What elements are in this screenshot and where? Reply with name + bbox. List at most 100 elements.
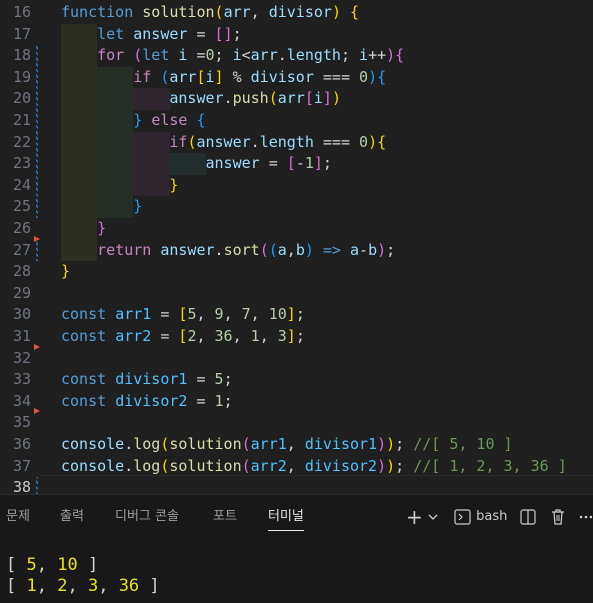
code-token: => (322, 240, 341, 259)
code-token: ; (223, 370, 233, 389)
code-token: arr2 (250, 456, 287, 475)
code-token: a (350, 240, 360, 259)
code-line[interactable]: 29 (0, 283, 593, 305)
code-line[interactable]: 22 if(answer.length === 0){ (0, 131, 593, 154)
code-editor[interactable]: 16 function solution(arr, divisor) {17 le… (0, 0, 593, 494)
code-token: arr (169, 67, 197, 86)
code-line[interactable]: 31 const arr2 = [2, 36, 1, 3]; (0, 326, 593, 348)
tab-problems[interactable]: 문제 (6, 495, 30, 539)
code-token: arr2 (115, 327, 152, 345)
tab-terminal[interactable]: 터미널 (268, 495, 304, 539)
code-token: const (61, 305, 107, 324)
code-line[interactable]: 16 function solution(arr, divisor) { (0, 2, 593, 24)
code-line[interactable]: 24 } (0, 174, 593, 197)
split-terminal-icon[interactable] (519, 507, 537, 527)
code-token: , (250, 3, 269, 21)
chevron-down-icon[interactable] (428, 507, 438, 527)
code-line[interactable]: 18 for (let i =0; i<arr.length; i++){ (0, 45, 593, 67)
code-token: answer (196, 132, 251, 151)
code-token: 5 (214, 370, 224, 389)
code-token: ) (386, 435, 396, 453)
terminal-token: [ (6, 555, 27, 575)
code-line[interactable]: 36 console.log(solution(arr1, divisor1));… (0, 434, 593, 456)
terminal-shell-selector[interactable]: bash (454, 507, 507, 527)
code-token: ; (322, 154, 332, 173)
code-token: //[ 1, 2, 3, 36 ] (413, 456, 567, 475)
code-token: ) (386, 456, 396, 475)
code-line[interactable]: 28} (0, 261, 593, 283)
line-number: 37 (12, 456, 31, 475)
code-token: push (232, 89, 269, 108)
code-token: === (313, 132, 360, 151)
code-token: divisor (250, 67, 314, 86)
terminal-token: 1 (26, 576, 37, 596)
line-number: 25 (12, 197, 31, 216)
code-token: . (223, 89, 233, 108)
code-line[interactable]: 26 } (0, 218, 593, 240)
code-token: ( (259, 240, 269, 259)
code-token: length (286, 46, 341, 65)
terminal-token: , (98, 576, 119, 596)
code-line[interactable]: 19 if (arr[i] % divisor === 0){ (0, 66, 593, 89)
terminal-icon (454, 509, 471, 525)
code-text: } (61, 196, 142, 218)
code-line[interactable]: 23 answer = [-1]; (0, 153, 593, 175)
gutter-change-marker (36, 477, 38, 494)
code-token: divisor1 (115, 370, 188, 389)
deleted-line-marker (34, 343, 40, 350)
code-text: console.log(solution(arr1, divisor1)); /… (61, 434, 513, 456)
code-token: } (169, 175, 179, 194)
code-line[interactable]: 34 const divisor2 = 1; (0, 391, 593, 413)
line-number: 29 (12, 283, 31, 302)
code-line[interactable]: 37 console.log(solution(arr2, divisor2));… (0, 456, 593, 478)
code-line[interactable]: 20 answer.push(arr[i]) (0, 88, 593, 110)
code-token: arr (277, 89, 305, 108)
code-token: , (223, 305, 242, 324)
code-token: ; (386, 240, 396, 259)
plus-icon[interactable]: + (406, 507, 423, 527)
line-number: 23 (12, 154, 31, 173)
code-token: log (133, 435, 161, 453)
code-token: } (133, 111, 143, 129)
code-line[interactable]: 33 const divisor1 = 5; (0, 369, 593, 391)
tab-ports[interactable]: 포트 (213, 495, 237, 539)
code-token: i (359, 46, 369, 65)
code-line[interactable]: 35 (0, 412, 593, 434)
code-token: 10 (268, 305, 287, 324)
line-number: 30 (12, 305, 31, 324)
code-token: 0 (205, 46, 215, 65)
code-line[interactable]: 25 } (0, 196, 593, 218)
code-token: ; (232, 24, 242, 43)
trash-icon[interactable] (549, 507, 567, 527)
terminal-output[interactable]: [ 5, 10 ][ 1, 2, 3, 36 ] (6, 555, 160, 597)
code-line[interactable]: 30 const arr1 = [5, 9, 7, 10]; (0, 304, 593, 326)
code-line[interactable]: 32 (0, 348, 593, 370)
code-text: } (61, 175, 178, 197)
code-token: = (151, 327, 179, 345)
line-number: 19 (12, 67, 31, 86)
code-line[interactable]: 21 } else { (0, 110, 593, 132)
code-token: = (187, 391, 215, 410)
tab-output[interactable]: 출력 (60, 495, 84, 539)
code-token: solution (169, 456, 242, 475)
more-actions-icon[interactable] (578, 507, 593, 527)
code-text: console.log(solution(arr2, divisor2)); /… (61, 456, 567, 478)
tab-debug-console[interactable]: 디버그 콘솔 (115, 495, 179, 539)
code-line[interactable]: 27 return answer.sort((a,b) => a-b); (0, 239, 593, 262)
bottom-panel: 문제 출력 디버그 콘솔 포트 터미널 + bash [ 5, 10 ][ 1,… (0, 494, 593, 603)
current-line-highlight (40, 475, 593, 496)
code-token: } (97, 219, 107, 237)
terminal-token: [ (6, 576, 27, 596)
shell-label: bash (476, 509, 508, 524)
code-token: ] (214, 67, 224, 86)
code-token: ; (223, 391, 233, 410)
code-line[interactable]: 17 let answer = []; (0, 23, 593, 46)
code-token: { (377, 67, 387, 86)
